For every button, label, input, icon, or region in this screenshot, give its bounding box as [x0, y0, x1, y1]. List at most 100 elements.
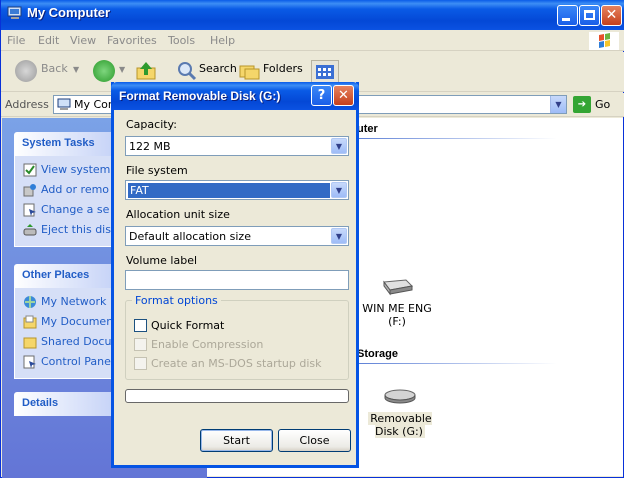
folders-icon[interactable]: [239, 62, 261, 80]
place-label: My Documen: [41, 315, 113, 328]
capacity-select[interactable]: 122 MB ▼: [125, 136, 349, 156]
go-arrow-icon[interactable]: ➔: [573, 96, 591, 113]
system-tasks-body: View system Add or remo Change a se Ejec…: [14, 156, 114, 247]
windows-logo-icon: [589, 32, 619, 50]
menu-edit[interactable]: Edit: [38, 34, 59, 47]
back-arrow-icon[interactable]: [15, 60, 37, 82]
chevron-down-icon[interactable]: ▼: [331, 182, 347, 198]
back-dropdown-icon[interactable]: ▼: [73, 65, 79, 74]
forward-arrow-icon[interactable]: [93, 60, 115, 82]
search-icon[interactable]: [177, 61, 197, 81]
help-icon: ?: [317, 88, 326, 103]
place-label: Shared Docu: [41, 335, 112, 348]
msdos-startup-label: Create an MS-DOS startup disk: [151, 357, 322, 370]
file-system-value: FAT: [128, 183, 330, 198]
details-panel: Details: [14, 392, 114, 416]
place-label: My Network: [41, 295, 107, 308]
chevron-down-icon[interactable]: ▼: [331, 228, 347, 244]
views-button[interactable]: [311, 60, 339, 84]
allocation-unit-label: Allocation unit size: [126, 208, 230, 221]
address-label: Address: [5, 98, 49, 111]
menu-bar: File Edit View Favorites Tools Help: [1, 30, 624, 51]
window-title: My Computer: [27, 5, 111, 20]
task-change-setting[interactable]: Change a se: [15, 200, 113, 220]
drive-f[interactable]: WIN ME ENG (F:): [357, 276, 437, 328]
drive-f-label: WIN ME ENG (F:): [362, 302, 432, 328]
go-button-label[interactable]: Go: [595, 98, 610, 111]
system-info-icon: [23, 163, 37, 177]
menu-view[interactable]: View: [70, 34, 96, 47]
volume-label-label: Volume label: [126, 254, 198, 267]
my-computer-window: My Computer ✕ File Edit View Favorites T…: [0, 0, 624, 478]
task-label: Change a se: [41, 203, 110, 216]
format-dialog: Format Removable Disk (G:) ? ✕ Capacity:…: [111, 82, 359, 468]
other-places-body: My Network My Documen Shared Docu Contro…: [14, 288, 114, 379]
dialog-close-button[interactable]: ✕: [333, 85, 354, 106]
dialog-titlebar[interactable]: Format Removable Disk (G:) ? ✕: [111, 82, 359, 110]
place-control-panel[interactable]: Control Pane: [15, 352, 113, 372]
views-icon: [316, 65, 334, 79]
system-tasks-panel: System Tasks View system Add or remo Cha…: [14, 132, 114, 247]
task-label: Add or remo: [41, 183, 110, 196]
menu-file[interactable]: File: [7, 34, 25, 47]
task-view-system[interactable]: View system: [15, 160, 113, 180]
format-options-group: Format options Quick Format Enable Compr…: [125, 294, 349, 380]
up-folder-icon[interactable]: [135, 61, 157, 81]
close-icon: ✕: [605, 7, 618, 23]
close-window-button[interactable]: ✕: [601, 5, 622, 26]
menu-favorites[interactable]: Favorites: [107, 34, 157, 47]
hard-drive-icon: [383, 279, 414, 296]
computer-icon: [57, 98, 71, 110]
group-divider: [357, 138, 557, 139]
group-divider: [357, 363, 557, 364]
details-header[interactable]: Details: [14, 392, 114, 416]
control-panel-icon: [23, 355, 36, 369]
place-label: Control Pane: [41, 355, 111, 368]
allocation-unit-value: Default allocation size: [129, 230, 251, 243]
other-places-panel: Other Places My Network My Documen Share…: [14, 264, 114, 379]
maximize-icon: [584, 10, 595, 20]
menu-tools[interactable]: Tools: [168, 34, 195, 47]
menu-help[interactable]: Help: [210, 34, 235, 47]
volume-label-input[interactable]: [125, 270, 349, 290]
checkbox-box[interactable]: [134, 319, 147, 332]
search-button-label[interactable]: Search: [199, 62, 237, 75]
network-icon: [24, 296, 36, 308]
capacity-label: Capacity:: [126, 118, 177, 131]
file-system-select[interactable]: FAT ▼: [125, 180, 349, 200]
chevron-down-icon[interactable]: ▼: [331, 138, 347, 154]
back-button-label[interactable]: Back: [41, 62, 68, 75]
minimize-icon: [562, 18, 570, 21]
checkbox-box: [134, 357, 147, 370]
close-icon: ✕: [338, 88, 349, 103]
place-my-network[interactable]: My Network: [15, 292, 113, 312]
help-button[interactable]: ?: [311, 85, 332, 106]
task-eject[interactable]: Eject this dis: [15, 220, 113, 240]
group-header-computer: uter: [357, 123, 378, 135]
minimize-button[interactable]: [557, 5, 578, 26]
place-shared-documents[interactable]: Shared Docu: [15, 332, 113, 352]
address-dropdown-icon[interactable]: ▼: [550, 96, 566, 113]
format-progress-bar: [125, 389, 349, 403]
folders-button-label[interactable]: Folders: [263, 62, 303, 75]
drive-g-label: Removable Disk (G:): [368, 412, 432, 438]
checkbox-box: [134, 338, 147, 351]
quick-format-label[interactable]: Quick Format: [151, 319, 224, 332]
eject-icon: [23, 224, 37, 236]
close-button[interactable]: Close: [278, 429, 351, 452]
forward-dropdown-icon[interactable]: ▼: [119, 65, 125, 74]
enable-compression-label: Enable Compression: [151, 338, 264, 351]
add-remove-icon: [23, 184, 36, 197]
allocation-unit-select[interactable]: Default allocation size ▼: [125, 226, 349, 246]
group-header-storage: Storage: [357, 348, 398, 360]
other-places-header[interactable]: Other Places: [14, 264, 114, 288]
maximize-button[interactable]: [579, 5, 600, 26]
system-tasks-header[interactable]: System Tasks: [14, 132, 114, 156]
format-options-legend: Format options: [132, 294, 221, 307]
start-button[interactable]: Start: [200, 429, 273, 452]
window-titlebar[interactable]: My Computer ✕: [1, 0, 624, 30]
drive-g[interactable]: Removable Disk (G:): [360, 386, 440, 438]
task-label: Eject this dis: [41, 223, 111, 236]
task-add-remove[interactable]: Add or remo: [15, 180, 113, 200]
place-my-documents[interactable]: My Documen: [15, 312, 113, 332]
